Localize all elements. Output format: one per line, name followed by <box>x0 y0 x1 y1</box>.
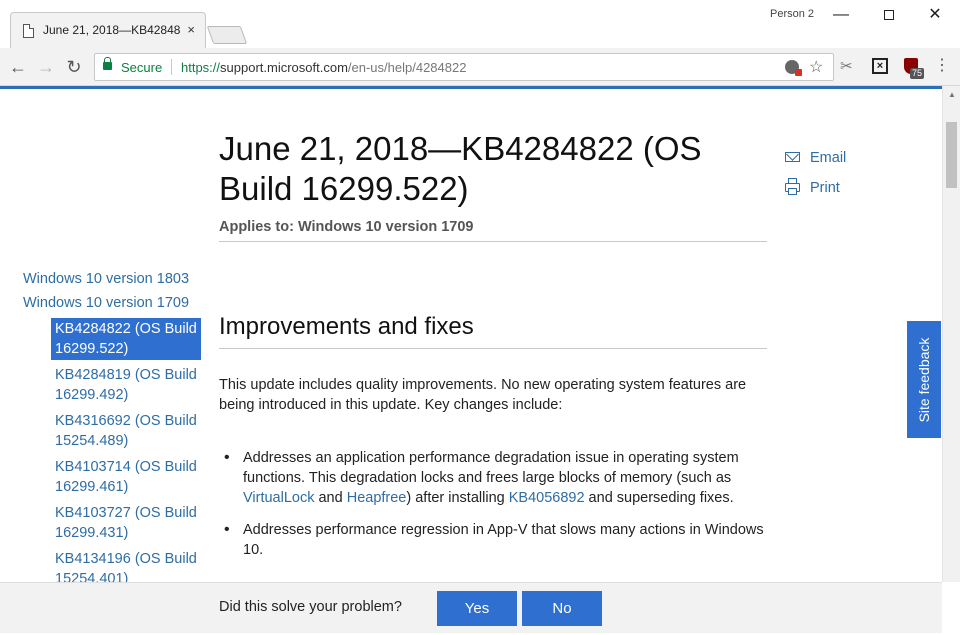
url-text[interactable]: https://support.microsoft.com/en-us/help… <box>181 60 466 75</box>
title-bar: June 21, 2018—KB42848 × Person 2 — ✕ <box>0 0 960 48</box>
tab-title: June 21, 2018—KB42848 <box>43 23 181 37</box>
browser-tab[interactable]: June 21, 2018—KB42848 × <box>10 12 206 48</box>
intro-paragraph: This update includes quality improvement… <box>219 377 747 413</box>
reload-button[interactable]: ↻ <box>64 57 84 77</box>
list-item: Addresses an application performance deg… <box>219 448 767 508</box>
url-path: /en-us/help/4284822 <box>347 60 467 75</box>
page-content: June 21, 2018—KB4284822 (OS Build 16299.… <box>0 89 942 582</box>
nav-version-1803[interactable]: Windows 10 version 1803 <box>23 267 203 291</box>
article: June 21, 2018—KB4284822 (OS Build 16299.… <box>219 129 767 572</box>
scroll-up-arrow-icon[interactable]: ▲ <box>943 90 960 99</box>
bullet-text: ) after installing <box>406 490 509 506</box>
new-tab-button[interactable] <box>206 26 248 44</box>
heapfree-link[interactable]: Heapfree <box>347 490 407 506</box>
virtuallock-link[interactable]: VirtualLock <box>243 490 314 506</box>
feedback-bar: Did this solve your problem? Yes No <box>0 582 942 633</box>
profile-name[interactable]: Person 2 <box>770 8 814 20</box>
maximize-icon <box>884 9 894 20</box>
lock-icon <box>103 57 112 70</box>
kb4056892-link[interactable]: KB4056892 <box>509 490 585 506</box>
minimize-button[interactable]: — <box>826 4 856 26</box>
page-scrollbar[interactable]: ▲ <box>942 86 960 582</box>
print-link[interactable]: Print <box>785 177 846 207</box>
page-title: June 21, 2018—KB4284822 (OS Build 16299.… <box>219 130 702 207</box>
changes-list: Addresses an application performance deg… <box>219 448 767 560</box>
nav-item-kb4134196[interactable]: KB4134196 (OS Build 15254.401) <box>51 548 201 582</box>
scissors-extension-icon[interactable]: ✂ <box>840 58 853 76</box>
menu-dots-icon[interactable]: ⋮ <box>934 56 950 76</box>
no-button[interactable]: No <box>522 591 602 626</box>
nav-item-kb4103727[interactable]: KB4103727 (OS Build 16299.431) <box>51 502 201 544</box>
bullet-text: and superseding fixes. <box>584 490 734 506</box>
bookmark-star-icon[interactable]: ☆ <box>809 57 823 77</box>
url-scheme: https:// <box>181 60 221 75</box>
bullet-text: Addresses an application performance deg… <box>243 450 739 486</box>
close-window-button[interactable]: ✕ <box>920 4 950 26</box>
bullet-text: Addresses performance regression in App-… <box>243 522 764 558</box>
divider <box>219 241 767 242</box>
omnibox-divider <box>171 59 172 75</box>
page-icon <box>23 24 34 38</box>
nav-item-kb4284822[interactable]: KB4284822 (OS Build 16299.522) <box>51 318 201 360</box>
share-actions: Email Print <box>785 147 846 207</box>
nav-item-kb4103714[interactable]: KB4103714 (OS Build 16299.461) <box>51 456 201 498</box>
email-link[interactable]: Email <box>785 147 846 177</box>
nav-version-1709[interactable]: Windows 10 version 1709 <box>23 291 203 315</box>
blocked-content-icon[interactable] <box>785 60 802 76</box>
section-heading: Improvements and fixes <box>219 313 474 340</box>
browser-toolbar: ← → ↻ Secure https://support.microsoft.c… <box>0 48 960 86</box>
printer-icon <box>785 178 800 195</box>
forward-button[interactable]: → <box>36 57 56 77</box>
address-bar[interactable]: Secure https://support.microsoft.com/en-… <box>94 53 834 81</box>
extension-badge: 75 <box>910 68 925 79</box>
print-label: Print <box>810 180 840 196</box>
yes-button[interactable]: Yes <box>437 591 517 626</box>
applies-to: Applies to: Windows 10 version 1709 <box>219 219 474 235</box>
url-host: support.microsoft.com <box>220 60 348 75</box>
nav-item-kb4284819[interactable]: KB4284819 (OS Build 16299.492) <box>51 364 201 406</box>
feedback-question: Did this solve your problem? <box>219 599 402 615</box>
nav-item-kb4316692[interactable]: KB4316692 (OS Build 15254.489) <box>51 410 201 452</box>
secure-label: Secure <box>121 60 163 75</box>
site-feedback-label: Site feedback <box>916 337 932 422</box>
maximize-button[interactable] <box>874 4 904 26</box>
version-nav: Windows 10 version 1803 Windows 10 versi… <box>23 267 203 582</box>
back-button[interactable]: ← <box>8 57 28 77</box>
close-tab-icon[interactable]: × <box>187 22 195 37</box>
bullet-text: and <box>314 490 347 506</box>
email-label: Email <box>810 150 847 166</box>
divider <box>219 348 767 349</box>
box-extension-icon[interactable]: × <box>872 58 888 74</box>
scroll-thumb[interactable] <box>946 122 957 188</box>
site-feedback-button[interactable]: Site feedback <box>907 321 941 438</box>
list-item: Addresses performance regression in App-… <box>219 520 767 560</box>
mail-icon <box>785 152 800 162</box>
